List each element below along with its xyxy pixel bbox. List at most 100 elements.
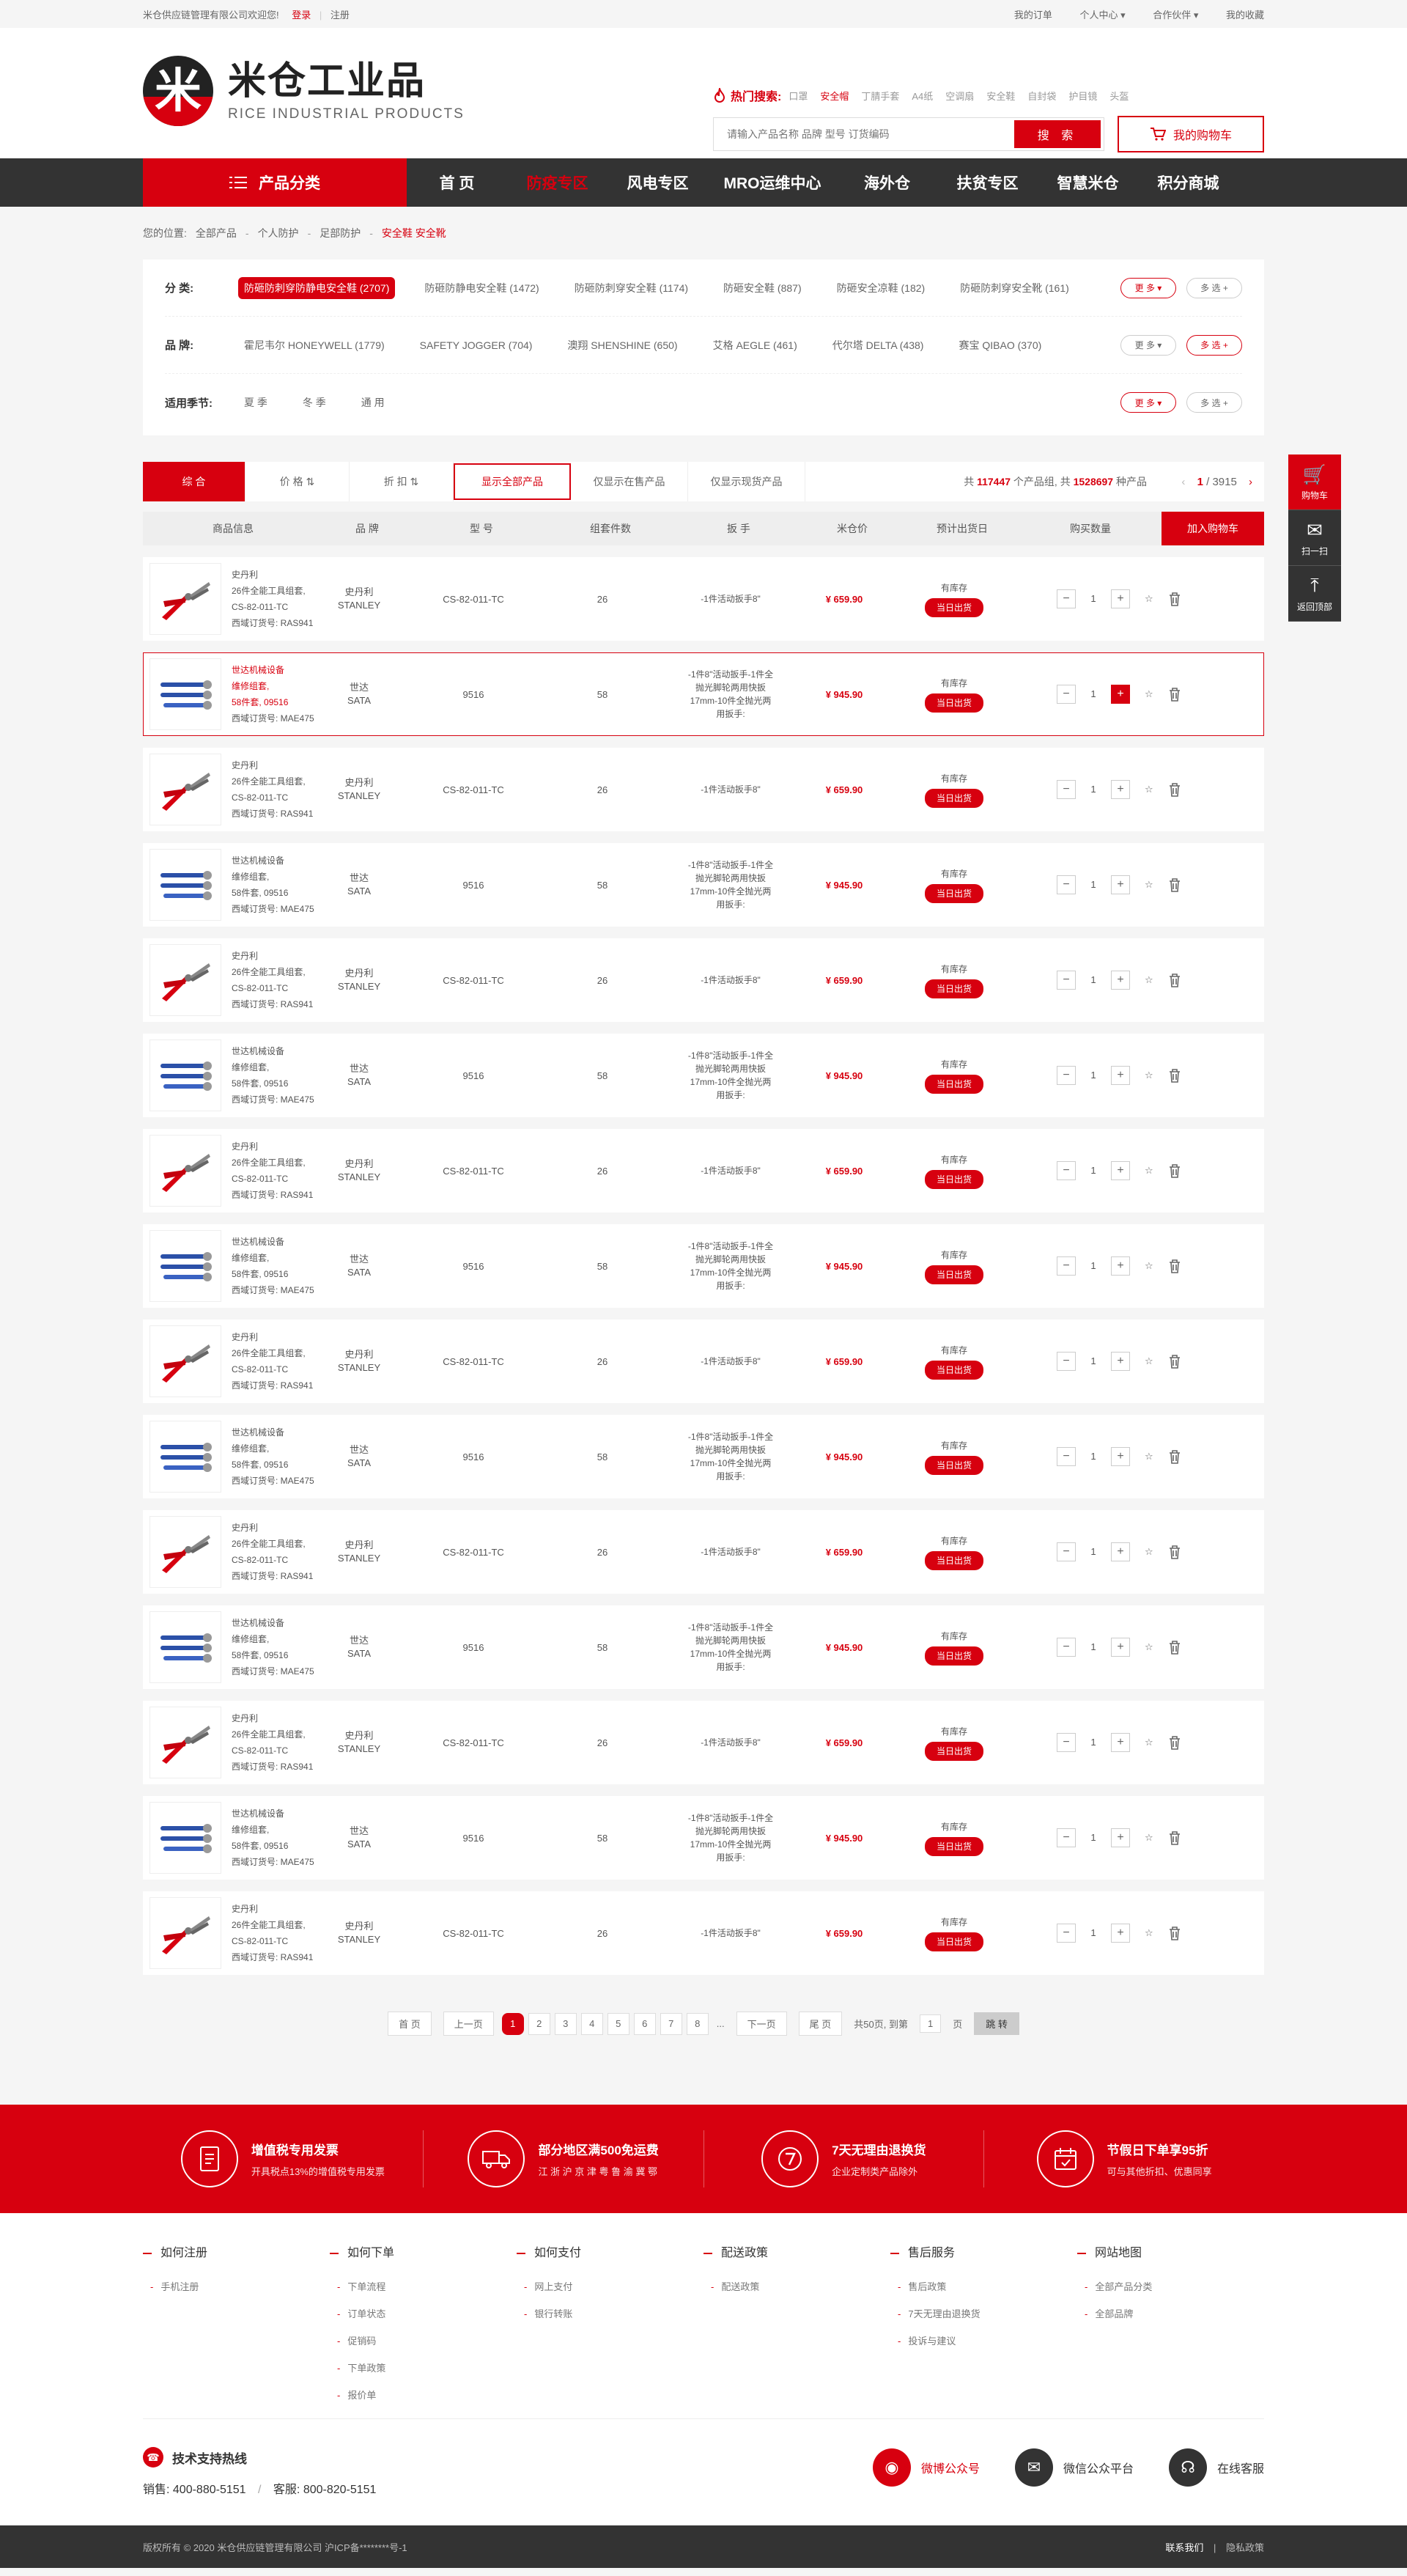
decrease-button[interactable]: − xyxy=(1057,780,1076,799)
increase-button[interactable]: + xyxy=(1111,685,1130,704)
page-number[interactable]: 6 xyxy=(633,2012,656,2035)
trash-icon[interactable] xyxy=(1168,1449,1181,1464)
wrench-set-image[interactable] xyxy=(149,1802,221,1874)
filter-option[interactable]: 防砸防静电安全鞋 (1472) xyxy=(418,277,544,299)
increase-button[interactable]: + xyxy=(1111,1924,1130,1943)
product-row[interactable]: 史丹利 26件全能工具组套, CS-82-011-TC 西域订货号: RAS941 史丹… xyxy=(143,1701,1264,1784)
prev-page-button[interactable]: 上一页 xyxy=(443,2012,494,2036)
filter-option[interactable]: 防砸防刺穿安全鞋 (1174) xyxy=(569,277,694,299)
footer-link[interactable]: 促销码 xyxy=(330,2333,517,2347)
product-row[interactable]: 世达机械设备 维修组套, 58件套, 09516 西域订货号: MAE475 世达 SAT… xyxy=(143,843,1264,927)
filter-option[interactable]: 防砸安全鞋 (887) xyxy=(717,277,808,299)
wrench-set-image[interactable] xyxy=(149,1230,221,1302)
product-row[interactable]: 史丹利 26件全能工具组套, CS-82-011-TC 西域订货号: RAS941 史丹… xyxy=(143,1129,1264,1212)
nav-mro[interactable]: MRO运维中心 xyxy=(708,158,837,207)
multi-select-button[interactable]: 多 选 + xyxy=(1186,277,1242,298)
pliers-image[interactable] xyxy=(149,1897,221,1969)
product-info[interactable]: 史丹利 26件全能工具组套, CS-82-011-TC 西域订货号: RAS941 xyxy=(221,1901,315,1965)
increase-button[interactable]: + xyxy=(1111,1733,1130,1752)
filter-option[interactable]: 夏 季 xyxy=(238,391,273,413)
next-page-button[interactable]: 下一页 xyxy=(736,2012,787,2036)
prev-page-icon[interactable]: ‹ xyxy=(1181,476,1185,488)
product-row[interactable]: 世达机械设备 维修组套, 58件套, 09516 西域订货号: MAE475 世达 SAT… xyxy=(143,1034,1264,1117)
quantity-input[interactable]: 1 xyxy=(1076,1256,1111,1276)
pliers-image[interactable] xyxy=(149,1135,221,1207)
favorite-icon[interactable]: ☆ xyxy=(1145,1546,1153,1558)
hot-keyword[interactable]: 丁腈手套 xyxy=(861,89,899,103)
next-page-icon[interactable]: › xyxy=(1249,476,1252,488)
trash-icon[interactable] xyxy=(1168,1354,1181,1369)
more-button[interactable]: 更 多 ▾ xyxy=(1120,334,1176,356)
quantity-input[interactable]: 1 xyxy=(1076,1161,1111,1180)
my-cart-button[interactable]: 我的购物车 xyxy=(1118,116,1264,152)
favorite-icon[interactable]: ☆ xyxy=(1145,1832,1153,1844)
pliers-image[interactable] xyxy=(149,1707,221,1778)
increase-button[interactable]: + xyxy=(1111,589,1130,608)
trash-icon[interactable] xyxy=(1168,1640,1181,1655)
product-info[interactable]: 史丹利 26件全能工具组套, CS-82-011-TC 西域订货号: RAS941 xyxy=(221,948,315,1012)
footer-link[interactable]: 7天无理由退换货 xyxy=(890,2306,1077,2320)
product-row[interactable]: 世达机械设备 维修组套, 58件套, 09516 西域订货号: MAE475 世达 SAT… xyxy=(143,1605,1264,1689)
quantity-input[interactable]: 1 xyxy=(1076,780,1111,799)
trash-icon[interactable] xyxy=(1168,1259,1181,1273)
filter-option[interactable]: 霍尼韦尔 HONEYWELL (1779) xyxy=(238,334,391,356)
nav-epidemic[interactable]: 防疫专区 xyxy=(507,158,608,207)
increase-button[interactable]: + xyxy=(1111,1161,1130,1180)
decrease-button[interactable]: − xyxy=(1057,685,1076,704)
quantity-input[interactable]: 1 xyxy=(1076,1066,1111,1085)
go-button[interactable]: 跳 转 xyxy=(974,2012,1019,2035)
footer-link[interactable]: 下单流程 xyxy=(330,2279,517,2293)
last-page-button[interactable]: 尾 页 xyxy=(798,2012,843,2036)
page-number[interactable]: 7 xyxy=(660,2012,682,2035)
product-row[interactable]: 史丹利 26件全能工具组套, CS-82-011-TC 西域订货号: RAS941 史丹… xyxy=(143,748,1264,831)
decrease-button[interactable]: − xyxy=(1057,1733,1076,1752)
favorite-icon[interactable]: ☆ xyxy=(1145,1927,1153,1939)
trash-icon[interactable] xyxy=(1168,782,1181,797)
hot-keyword[interactable]: 安全鞋 xyxy=(986,89,1015,103)
increase-button[interactable]: + xyxy=(1111,875,1130,894)
decrease-button[interactable]: − xyxy=(1057,1066,1076,1085)
multi-select-button[interactable]: 多 选 + xyxy=(1186,334,1242,356)
trash-icon[interactable] xyxy=(1168,1163,1181,1178)
footer-link[interactable]: 银行转账 xyxy=(517,2306,704,2320)
product-row[interactable]: 世达机械设备 维修组套, 58件套, 09516 西域订货号: MAE475 世达 SAT… xyxy=(143,1224,1264,1308)
show-in-stock[interactable]: 仅显示现货产品 xyxy=(688,462,805,501)
trash-icon[interactable] xyxy=(1168,1068,1181,1083)
decrease-button[interactable]: − xyxy=(1057,1828,1076,1847)
filter-option[interactable]: 防砸安全凉鞋 (182) xyxy=(831,277,931,299)
increase-button[interactable]: + xyxy=(1111,1638,1130,1657)
back-to-top-button[interactable]: ⤒ 返回顶部 xyxy=(1288,566,1341,622)
pliers-image[interactable] xyxy=(149,754,221,825)
privacy-link[interactable]: 隐私政策 xyxy=(1226,2542,1264,2553)
favorite-icon[interactable]: ☆ xyxy=(1145,974,1153,986)
trash-icon[interactable] xyxy=(1168,592,1181,606)
footer-link[interactable]: 手机注册 xyxy=(143,2279,330,2293)
favorite-icon[interactable]: ☆ xyxy=(1145,879,1153,891)
nav-home[interactable]: 首 页 xyxy=(407,158,507,207)
footer-link[interactable]: 售后政策 xyxy=(890,2279,1077,2293)
hot-keyword[interactable]: 口罩 xyxy=(789,89,808,103)
increase-button[interactable]: + xyxy=(1111,1542,1130,1561)
quantity-input[interactable]: 1 xyxy=(1076,875,1111,894)
show-all-products[interactable]: 显示全部产品 xyxy=(454,463,571,500)
product-info[interactable]: 世达机械设备 维修组套, 58件套, 09516 西域订货号: MAE475 xyxy=(221,1806,315,1870)
product-row[interactable]: 史丹利 26件全能工具组套, CS-82-011-TC 西域订货号: RAS941 史丹… xyxy=(143,1320,1264,1403)
hot-keyword[interactable]: 自封袋 xyxy=(1027,89,1056,103)
favorite-icon[interactable]: ☆ xyxy=(1145,1070,1153,1081)
hot-keyword[interactable]: 空调扇 xyxy=(945,89,974,103)
quantity-input[interactable]: 1 xyxy=(1076,1542,1111,1561)
pliers-image[interactable] xyxy=(149,563,221,635)
favorite-icon[interactable]: ☆ xyxy=(1145,1165,1153,1177)
more-button[interactable]: 更 多 ▾ xyxy=(1120,392,1176,413)
filter-option[interactable]: 赛宝 QIBAO (370) xyxy=(953,334,1047,356)
increase-button[interactable]: + xyxy=(1111,1828,1130,1847)
wrench-set-image[interactable] xyxy=(149,1039,221,1111)
favorite-icon[interactable]: ☆ xyxy=(1145,688,1153,700)
online-service-link[interactable]: ☊ 在线客服 xyxy=(1168,2448,1264,2487)
multi-select-button[interactable]: 多 选 + xyxy=(1186,392,1242,413)
decrease-button[interactable]: − xyxy=(1057,1638,1076,1657)
footer-link[interactable]: 全部品牌 xyxy=(1077,2306,1264,2320)
quantity-input[interactable]: 1 xyxy=(1076,1638,1111,1657)
product-row[interactable]: 史丹利 26件全能工具组套, CS-82-011-TC 西域订货号: RAS941 史丹… xyxy=(143,1891,1264,1975)
trash-icon[interactable] xyxy=(1168,973,1181,987)
